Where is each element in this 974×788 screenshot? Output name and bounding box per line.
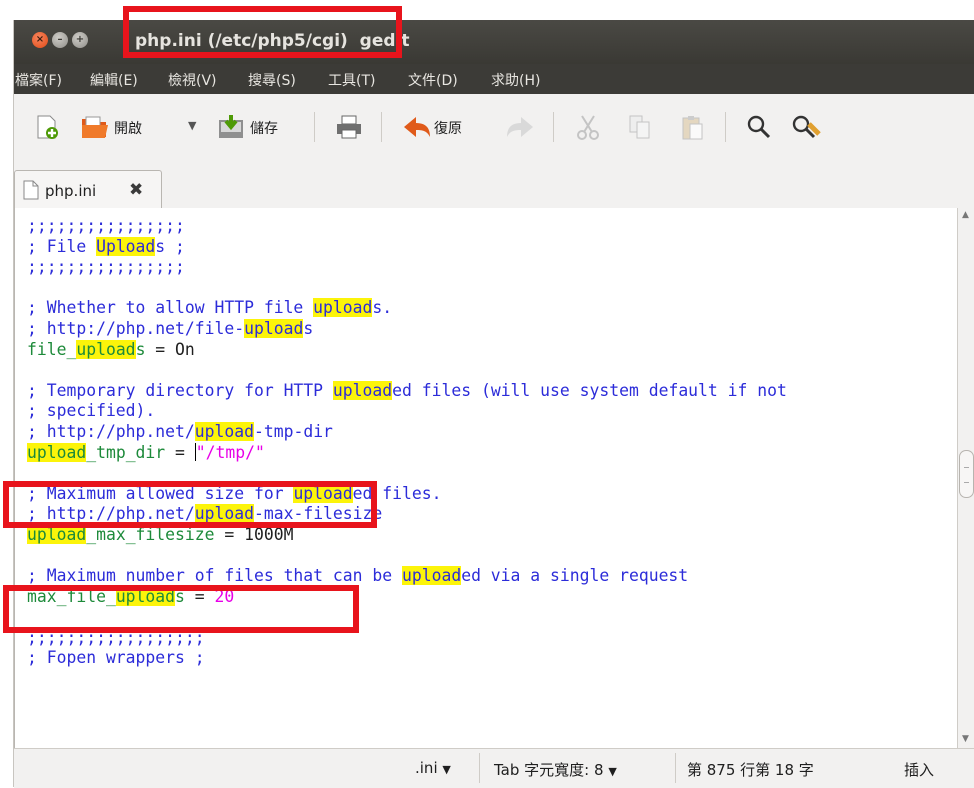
grip-icon (964, 467, 969, 483)
menu-file[interactable]: 檔案(F) (15, 70, 62, 90)
chevron-down-icon: ▼ (608, 765, 617, 778)
copy-button[interactable] (626, 114, 654, 140)
code-line: upload_tmp_dir = "/tmp/" (27, 442, 265, 462)
minimize-window-button[interactable]: – (52, 32, 68, 48)
chevron-down-icon: ▼ (442, 763, 451, 776)
copy-icon (629, 115, 650, 139)
redo-arrow-icon (507, 117, 533, 137)
menu-view[interactable]: 檢視(V) (168, 70, 217, 90)
undo-arrow-icon (404, 117, 430, 137)
menu-tools[interactable]: 工具(T) (328, 70, 375, 90)
document-tab-bar: php.ini ✖ (14, 158, 974, 209)
find-replace-button[interactable] (791, 114, 823, 140)
cut-button[interactable] (574, 114, 602, 140)
folder-open-icon (82, 116, 108, 138)
code-line: ; File Uploads ; (27, 236, 185, 256)
menu-edit[interactable]: 編輯(E) (90, 70, 138, 90)
gedit-window: × – + php.ini (/etc/php5/cgi) gedit 檔案(F… (13, 20, 974, 788)
menu-bar: 檔案(F) 編輯(E) 檢視(V) 搜尋(S) 工具(T) 文件(D) 求助(H… (14, 64, 974, 94)
maximize-window-button[interactable]: + (72, 32, 88, 48)
open-label: 開啟 (114, 121, 142, 137)
save-icon (219, 115, 243, 138)
code-line: ;;;;;;;;;;;;;;;; (27, 257, 185, 277)
code-line: ;;;;;;;;;;;;;;;; (27, 216, 185, 235)
scroll-up-icon[interactable]: ▲ (962, 210, 969, 220)
status-separator (675, 753, 676, 783)
save-label: 儲存 (250, 121, 278, 137)
tab-close-icon[interactable]: ✖ (129, 180, 143, 200)
open-button[interactable]: 開啟 (80, 114, 170, 140)
open-recent-dropdown[interactable]: ▼ (188, 119, 196, 132)
text-editor[interactable]: ;;;;;;;;;;;;;;;;; File Uploads ;;;;;;;;;… (14, 208, 958, 748)
paste-button[interactable] (678, 114, 706, 140)
code-line: ; Maximum number of files that can be up… (27, 566, 689, 586)
menu-help[interactable]: 求助(H) (491, 70, 540, 90)
find-replace-icon (792, 115, 821, 139)
save-button[interactable]: 儲存 (217, 114, 307, 140)
cursor-position: 第 875 行第 18 字 (687, 761, 814, 779)
toolbar-separator (314, 112, 315, 142)
find-button[interactable] (745, 114, 773, 140)
paste-icon (682, 116, 703, 140)
tab-php-ini[interactable]: php.ini ✖ (14, 170, 162, 209)
status-separator (479, 753, 480, 783)
code-line: ; Temporary directory for HTTP uploaded … (27, 380, 787, 400)
language-selector[interactable]: .ini ▼ (415, 759, 451, 777)
menu-documents[interactable]: 文件(D) (408, 70, 458, 90)
code-line: ; Whether to allow HTTP file uploads. (27, 298, 393, 318)
code-line: ; http://php.net/file-uploads (27, 318, 314, 338)
insert-mode-indicator: 插入 (904, 761, 935, 779)
annotation-box-upload-max-filesize (3, 585, 359, 633)
tab-label: php.ini (45, 182, 97, 200)
toolbar-separator (725, 112, 726, 142)
revert-label: 復原 (434, 121, 462, 137)
vertical-scrollbar[interactable]: ▲ ▼ (957, 208, 974, 748)
code-line: ; http://php.net/upload-tmp-dir (27, 421, 333, 441)
scroll-thumb[interactable] (959, 450, 974, 498)
toolbar: 開啟 ▼ 儲存 復原 (14, 94, 974, 158)
maximize-icon: + (75, 34, 85, 45)
minimize-icon: – (57, 34, 63, 45)
code-line: ; specified). (27, 401, 156, 421)
annotation-box-upload-tmp-dir (3, 481, 377, 528)
new-document-icon (37, 115, 58, 139)
scissors-icon (577, 115, 599, 140)
printer-icon (337, 115, 361, 139)
scroll-down-icon[interactable]: ▼ (962, 734, 969, 744)
menu-search[interactable]: 搜尋(S) (248, 70, 296, 90)
search-icon (747, 115, 771, 139)
text-file-icon (23, 180, 39, 200)
undo-button[interactable]: 復原 (402, 114, 492, 140)
tab-width-selector[interactable]: Tab 字元寬度: 8 ▼ (494, 759, 617, 780)
code-line: file_uploads = On (27, 339, 195, 359)
new-document-button[interactable] (34, 114, 60, 140)
toolbar-separator (553, 112, 554, 142)
status-bar: .ini ▼ Tab 字元寬度: 8 ▼ 第 875 行第 18 字 插入 (14, 748, 974, 788)
code-line: ; Fopen wrappers ; (27, 648, 205, 668)
close-window-button[interactable]: × (32, 32, 48, 48)
annotation-box-title (123, 6, 402, 58)
toolbar-separator (381, 112, 382, 142)
close-icon: × (35, 34, 45, 45)
print-button[interactable] (334, 114, 364, 140)
redo-button[interactable] (505, 114, 535, 140)
